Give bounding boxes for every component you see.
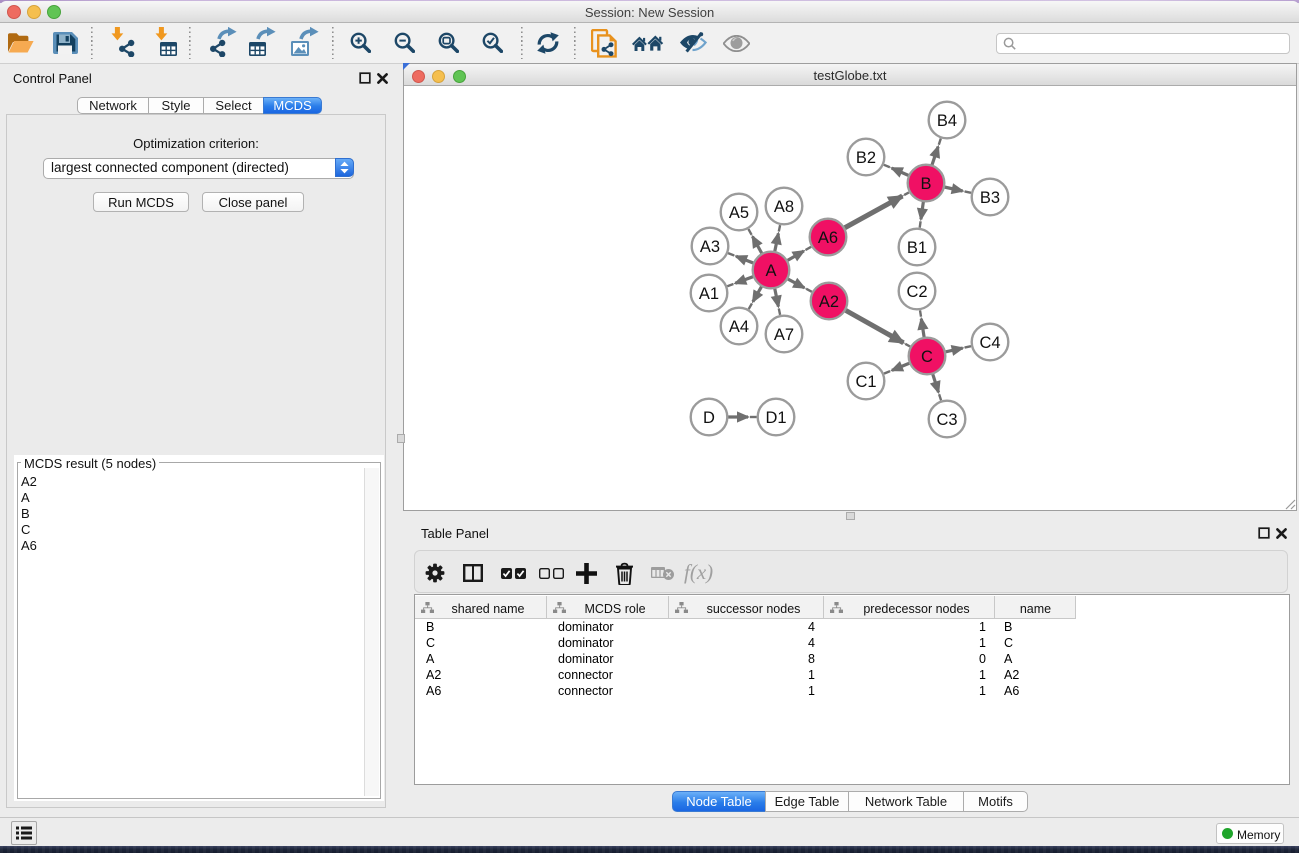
svg-text:C2: C2 (906, 283, 927, 301)
svg-text:C3: C3 (936, 411, 957, 429)
svg-text:A6: A6 (818, 229, 838, 247)
svg-text:B3: B3 (980, 189, 1000, 207)
svg-text:A5: A5 (729, 204, 749, 222)
svg-text:A1: A1 (699, 285, 719, 303)
svg-text:C1: C1 (855, 373, 876, 391)
svg-text:A7: A7 (774, 326, 794, 344)
svg-text:A4: A4 (729, 318, 749, 336)
svg-text:A: A (765, 262, 776, 280)
svg-text:B: B (920, 175, 931, 193)
svg-text:A2: A2 (819, 293, 839, 311)
svg-text:A3: A3 (700, 238, 720, 256)
svg-text:D1: D1 (765, 409, 786, 427)
svg-text:B1: B1 (907, 239, 927, 257)
svg-text:C4: C4 (979, 334, 1000, 352)
svg-text:B2: B2 (856, 149, 876, 167)
svg-text:D: D (703, 409, 715, 427)
svg-text:C: C (921, 348, 933, 366)
svg-text:A8: A8 (774, 198, 794, 216)
svg-text:B4: B4 (937, 112, 957, 130)
